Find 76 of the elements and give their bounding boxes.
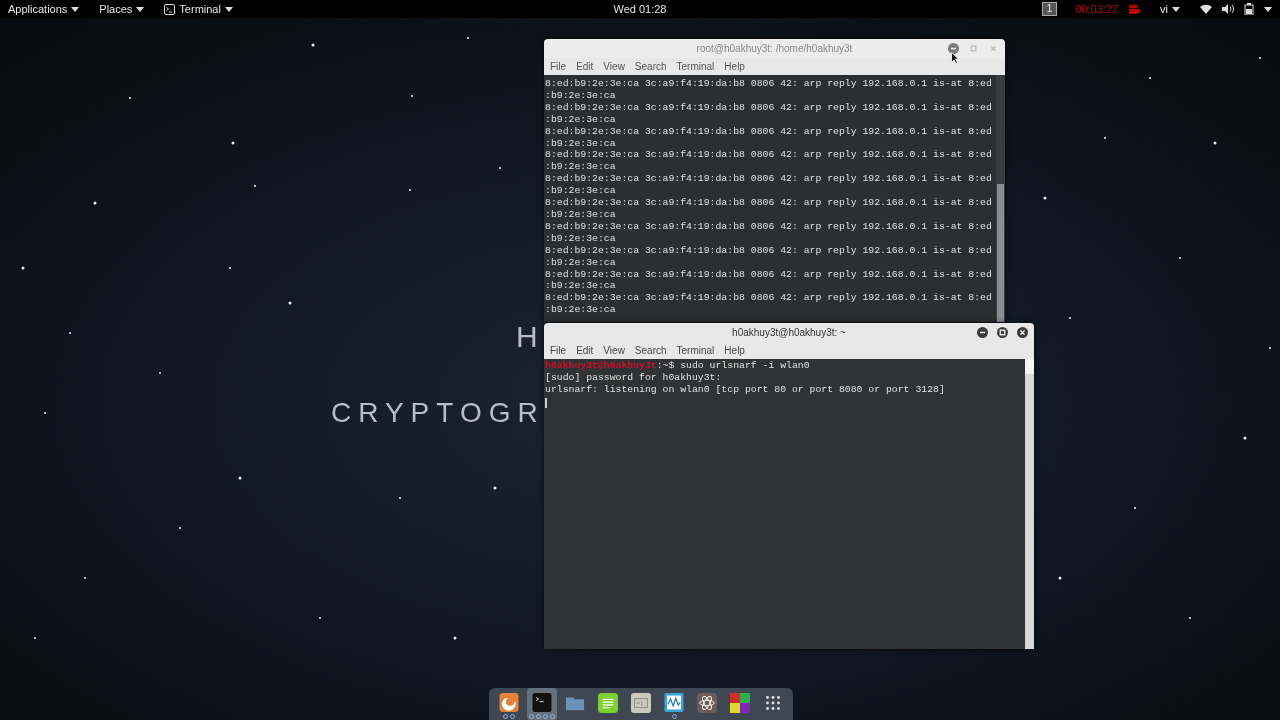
battery-icon[interactable] xyxy=(1244,3,1254,15)
output-line: :b9:2e:3e:ca xyxy=(545,304,616,317)
menu-item[interactable]: File xyxy=(546,61,571,72)
fox-app-icon xyxy=(499,693,519,712)
app-grid-icon xyxy=(763,693,783,713)
menu-item[interactable]: Search xyxy=(630,345,671,356)
scrollbar[interactable] xyxy=(1025,359,1034,649)
keyboard-icon xyxy=(631,693,651,713)
caret-icon xyxy=(71,6,80,12)
output-line: :b9:2e:3e:ca xyxy=(545,161,616,174)
menu-item[interactable]: View xyxy=(599,345,629,356)
caret-icon xyxy=(136,6,145,12)
wifi-icon[interactable] xyxy=(1200,4,1212,14)
output-line: :b9:2e:3e:ca xyxy=(545,208,616,221)
terminal-output[interactable] xyxy=(544,75,996,322)
output-line: :b9:2e:3e:ca xyxy=(545,185,616,198)
output-line: :b9:2e:3e:ca xyxy=(545,137,616,150)
system-monitor-icon xyxy=(664,693,684,712)
terminal-icon xyxy=(532,693,552,712)
atom-icon xyxy=(697,693,717,713)
system-menu-caret-icon[interactable] xyxy=(1264,6,1272,12)
notes-icon xyxy=(598,693,618,713)
menu-item[interactable]: Edit xyxy=(572,61,598,72)
scrollbar-thumb[interactable] xyxy=(997,183,1004,322)
terminal-icon xyxy=(164,3,176,15)
output-line: 8:ed:b9:2e:3e:ca 3c:a9:f4:19:da:b8 0806 42: arp reply 192.168.0.1 is-at 8:ed xyxy=(545,268,992,281)
workspace-indicator[interactable]: 1 xyxy=(1041,2,1058,16)
output-line: 8:ed:b9:2e:3e:ca 3c:a9:f4:19:da:b8 0806 42: arp reply 192.168.0.1 is-at 8:ed xyxy=(545,220,992,233)
menu-item[interactable]: Search xyxy=(630,61,671,72)
wallpaper-text: H xyxy=(516,320,538,354)
output-line: 8:ed:b9:2e:3e:ca 3c:a9:f4:19:da:b8 0806 42: arp reply 192.168.0.1 is-at 8:ed xyxy=(545,173,992,186)
output-line: 8:ed:b9:2e:3e:ca 3c:a9:f4:19:da:b8 0806 42: arp reply 192.168.0.1 is-at 8:ed xyxy=(545,197,992,209)
wallpaper-text: CRYPTOGR xyxy=(331,397,545,429)
panel-menu[interactable]: Places xyxy=(99,2,145,16)
volume-icon[interactable] xyxy=(1222,4,1234,14)
output-line: :b9:2e:3e:ca xyxy=(545,89,616,102)
output-line: 8:ed:b9:2e:3e:ca 3c:a9:f4:19:da:b8 0806 42: arp reply 192.168.0.1 is-at 8:ed xyxy=(545,149,992,162)
menu-item[interactable]: Edit xyxy=(572,345,598,356)
dock-item[interactable] xyxy=(527,688,557,720)
color-squares-icon xyxy=(730,693,750,713)
close-button[interactable] xyxy=(1017,327,1028,338)
output-line: 8:ed:b9:2e:3e:ca 3c:a9:f4:19:da:b8 0806 42: arp reply 192.168.0.1 is-at 8:ed xyxy=(545,101,992,114)
output-line: :b9:2e:3e:ca xyxy=(545,280,616,293)
output-line: 8:ed:b9:2e:3e:ca 3c:a9:f4:19:da:b8 0806 42: arp reply 192.168.0.1 is-at 8:ed xyxy=(545,292,992,305)
minimize-button[interactable] xyxy=(977,327,988,338)
camera-icon[interactable] xyxy=(1128,4,1141,14)
window-title: h0akhuy3t@h0akhuy3t: ~ xyxy=(732,327,846,338)
panel-menu[interactable]: Terminal xyxy=(164,2,233,16)
menu-item[interactable]: Terminal xyxy=(672,345,719,356)
panel-menu[interactable]: Applications xyxy=(8,2,80,16)
output-line: urlsnarf: listening on wlan0 [tcp port 80 or port 8080 or port 3128] xyxy=(545,384,945,396)
scrollbar[interactable] xyxy=(996,75,1005,322)
recording-timer: 00:03:27 xyxy=(1075,2,1119,16)
output-line: 8:ed:b9:2e:3e:ca 3c:a9:f4:19:da:b8 0806 42: arp reply 192.168.0.1 is-at 8:ed xyxy=(545,244,992,257)
scrollbar-thumb[interactable] xyxy=(1025,359,1034,374)
title-bar[interactable]: h0akhuy3t@h0akhuy3t: ~ xyxy=(544,323,1034,342)
output-line: :b9:2e:3e:ca xyxy=(545,232,616,245)
menu-item[interactable]: View xyxy=(599,61,629,72)
menu-item[interactable]: Terminal xyxy=(672,61,719,72)
mouse-pointer-icon xyxy=(951,52,959,64)
caret-icon xyxy=(1172,6,1180,12)
window-title: root@h0akhuy3t: /home/h0akhuy3t xyxy=(696,43,853,54)
output-line: 8:ed:b9:2e:3e:ca 3c:a9:f4:19:da:b8 0806 42: arp reply 192.168.0.1 is-at 8:ed xyxy=(545,125,992,138)
menu-item[interactable]: Help xyxy=(720,61,749,72)
output-line: 8:ed:b9:2e:3e:ca 3c:a9:f4:19:da:b8 0806 42: arp reply 192.168.0.1 is-at 8:ed xyxy=(545,78,992,90)
menu-item[interactable]: Help xyxy=(720,345,749,356)
output-line: [sudo] password for h0akhuy3t: xyxy=(545,372,722,384)
output-line: :b9:2e:3e:ca xyxy=(545,256,616,269)
keyboard-layout-menu[interactable]: vi xyxy=(1160,2,1180,16)
terminal-output[interactable]: h0akhuy3t@h0akhuy3t:~$ sudo urlsnarf -i wlan0 [sudo] password for h0akhuy3t: urlsnarf: listening on wlan0 [tcp port 80 or port 8080 or port 3128] xyxy=(544,359,1025,649)
maximize-button[interactable] xyxy=(997,327,1008,338)
clock[interactable]: Wed 01:28 xyxy=(613,3,667,15)
caret-icon xyxy=(224,6,233,12)
prompt-line: h0akhuy3t@h0akhuy3t:~$ sudo urlsnarf -i wlan0 xyxy=(545,360,810,372)
menu-item[interactable]: File xyxy=(546,345,571,356)
output-line: :b9:2e:3e:ca xyxy=(545,113,616,126)
